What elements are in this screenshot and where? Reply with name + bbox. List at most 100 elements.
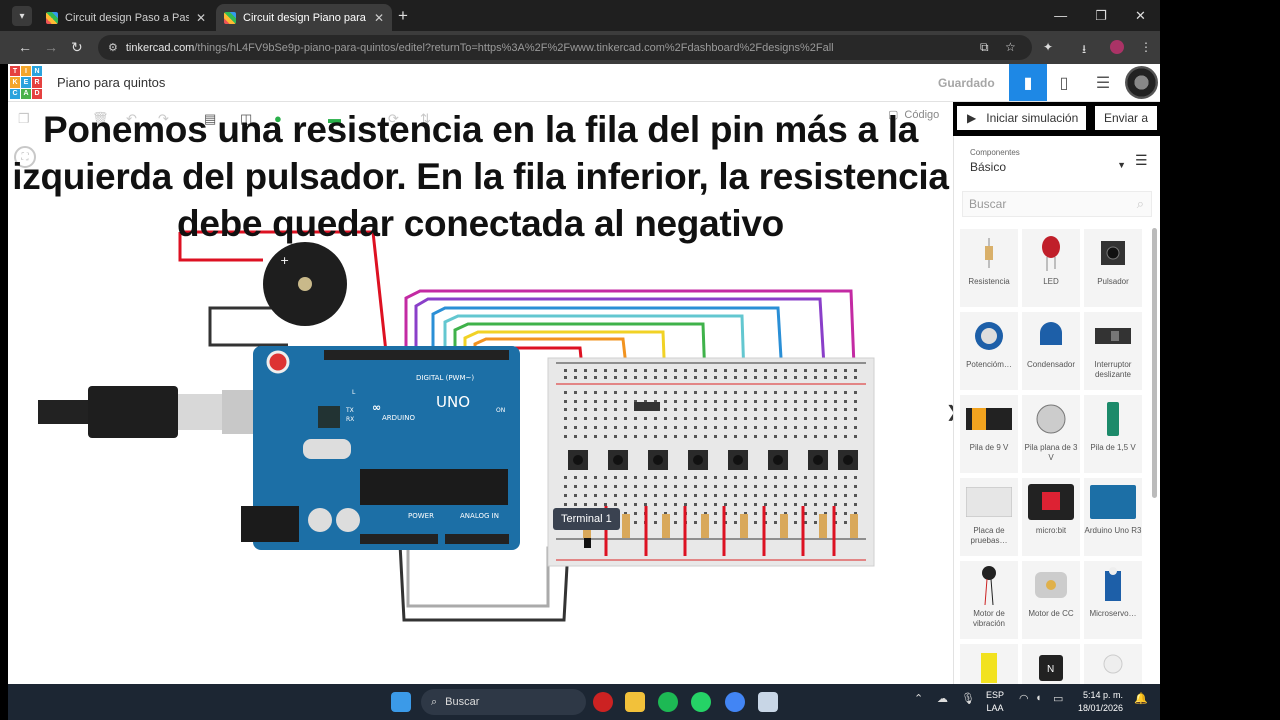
component-tile[interactable]: Motor de vibración [960, 561, 1018, 639]
wire-gray[interactable] [406, 544, 564, 608]
dc-motor-icon [1033, 561, 1069, 609]
list-view-icon[interactable]: ☰ [1135, 152, 1148, 169]
component-search-input[interactable]: Buscar ⌕ [962, 191, 1152, 217]
panel-toggle-icon[interactable]: ❯ [946, 402, 953, 422]
address-bar[interactable]: ⚙ tinkercad.com/things/hL4FV9bSe9p-piano… [98, 35, 1032, 60]
component-tile[interactable]: micro:bit [1022, 478, 1080, 556]
close-tab-icon[interactable]: ✕ [374, 11, 384, 25]
resistor[interactable] [701, 514, 709, 538]
bookmark-star-icon[interactable]: ☆ [1005, 40, 1016, 54]
wire-black[interactable] [398, 543, 570, 622]
component-tile[interactable]: Pila de 1,5 V [1084, 395, 1142, 473]
component-label: micro:bit [1035, 526, 1067, 535]
component-label: Arduino Uno R3 [1084, 526, 1142, 535]
chrome-icon[interactable] [725, 692, 745, 712]
component-tile[interactable]: Interruptor deslizante [1084, 312, 1142, 390]
components-grid: Resistencia LED Pulsador Potencióm… Condensa… [960, 229, 1148, 684]
component-tile[interactable]: Resistencia [960, 229, 1018, 307]
extensions-icon[interactable]: ✦ [1043, 40, 1053, 54]
close-window-icon[interactable]: ✕ [1135, 8, 1146, 24]
component-tile[interactable]: N [1022, 644, 1080, 684]
resistor[interactable] [740, 514, 748, 538]
resistor-terminal[interactable] [584, 538, 591, 548]
language-indicator[interactable]: ESP LAA [986, 689, 1004, 715]
resistor[interactable] [819, 514, 827, 538]
browser-tab-1[interactable]: Circuit design Paso a Paso Cone ✕ [38, 4, 214, 31]
clock[interactable]: 5:14 p. m. 18/01/2026 [1078, 689, 1123, 715]
project-title[interactable]: Piano para quintos [57, 75, 165, 90]
component-list-button[interactable]: ☰ [1084, 64, 1122, 101]
component-tile[interactable]: Motor de CC [1022, 561, 1080, 639]
led-icon [1041, 229, 1061, 277]
component-tile[interactable]: Placa de pruebas… [960, 478, 1018, 556]
wifi-icon[interactable]: ◠ [1019, 692, 1029, 705]
component-tile[interactable]: Potencióm… [960, 312, 1018, 390]
maximize-icon[interactable]: ❐ [1095, 8, 1107, 24]
new-tab-icon[interactable]: + [398, 6, 408, 26]
reload-icon[interactable]: ↻ [71, 39, 83, 56]
opera-icon[interactable] [593, 692, 613, 712]
components-category-select[interactable]: Componentes Básico ▼ [960, 142, 1136, 180]
battery-icon[interactable]: ▭ [1053, 692, 1063, 705]
servo-icon [1105, 561, 1121, 609]
site-info-icon[interactable]: ⚙ [108, 41, 118, 54]
send-to-button[interactable]: Enviar a [1095, 106, 1157, 130]
volume-icon[interactable]: ◖ [1035, 692, 1042, 704]
onedrive-icon[interactable]: ☁ [937, 692, 948, 705]
tray-chevron-icon[interactable]: ⌃ [914, 692, 923, 705]
component-label: Pila plana de 3 V [1024, 443, 1078, 462]
component-tile[interactable] [1084, 644, 1142, 684]
file-explorer-icon[interactable] [625, 692, 645, 712]
cast-icon[interactable]: ⧉ [980, 40, 989, 55]
browser-tab-2[interactable]: Circuit design Piano para quint ✕ [216, 4, 392, 31]
component-label: Pulsador [1097, 277, 1129, 286]
component-label: LED [1043, 277, 1059, 286]
reset-button[interactable] [266, 350, 290, 374]
minimize-icon[interactable]: — [1054, 8, 1067, 23]
tinkercad-logo[interactable]: TIN KER CAD [10, 66, 42, 99]
battery-9v-icon [966, 395, 1012, 443]
microphone-icon[interactable]: 🎙 [961, 692, 975, 705]
start-simulation-button[interactable]: ▶ Iniciar simulación [957, 106, 1086, 130]
component-tile[interactable]: LED [1022, 229, 1080, 307]
battery-aa-icon [1107, 395, 1119, 443]
component-tile[interactable]: Pila de 9 V [960, 395, 1018, 473]
tab-search-button[interactable]: ▾ [12, 6, 32, 26]
close-tab-icon[interactable]: ✕ [196, 11, 206, 25]
component-tile[interactable] [960, 644, 1018, 684]
user-avatar[interactable] [1125, 66, 1158, 99]
whatsapp-icon[interactable] [691, 692, 711, 712]
table-icon: ☰ [1095, 74, 1111, 92]
snipping-tool-icon[interactable] [758, 692, 778, 712]
start-icon[interactable] [391, 692, 411, 712]
component-tile[interactable]: Condensador [1022, 312, 1080, 390]
svg-text:ARDUINO: ARDUINO [382, 414, 415, 422]
menu-kebab-icon[interactable]: ⋮ [1140, 40, 1152, 54]
video-caption: Ponemos una resistencia en la fila del p… [12, 109, 949, 244]
component-tile[interactable]: Pulsador [1084, 229, 1142, 307]
circuit-view-button[interactable]: ▮ [1009, 64, 1047, 101]
spotify-icon[interactable] [658, 692, 678, 712]
component-tile[interactable]: Pila plana de 3 V [1022, 395, 1080, 473]
resistor[interactable] [622, 514, 630, 538]
resistor[interactable] [850, 514, 858, 538]
tinkercad-header: TIN KER CAD Piano para quintos Guardado … [8, 64, 1160, 102]
component-label: Resistencia [968, 277, 1010, 286]
resistor[interactable] [780, 514, 788, 538]
schematic-view-button[interactable]: ▯ [1045, 64, 1083, 101]
slide-switch[interactable] [634, 402, 660, 411]
forward-icon[interactable]: → [44, 39, 58, 55]
resistor[interactable] [662, 514, 670, 538]
taskbar-search[interactable]: ⌕ Buscar [421, 689, 586, 715]
profile-icon[interactable] [1110, 40, 1124, 54]
chip-icon: ▯ [1059, 74, 1069, 92]
component-label: Microservo… [1089, 609, 1137, 618]
back-icon[interactable]: ← [18, 39, 32, 55]
component-tile[interactable]: Microservo… [1084, 561, 1142, 639]
notification-icon[interactable]: 🔔 [1134, 692, 1148, 705]
component-tile[interactable]: Arduino Uno R3 [1084, 478, 1142, 556]
svg-text:RX: RX [346, 416, 354, 423]
panel-scrollbar[interactable] [1152, 228, 1157, 498]
download-icon[interactable]: ⭳ [1082, 40, 1086, 61]
search-icon: ⌕ [431, 695, 438, 708]
